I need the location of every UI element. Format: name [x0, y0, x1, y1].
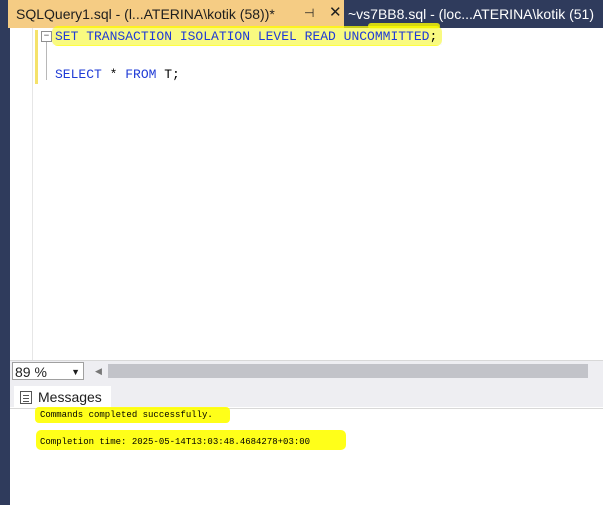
code-line-2[interactable]: SELECT * FROM T;	[55, 67, 180, 82]
tab-title: SQLQuery1.sql - (l...ATERINA\kotik (58))…	[16, 6, 275, 22]
code-text: *	[101, 67, 126, 82]
code-text: T;	[156, 67, 180, 82]
code-keyword: SELECT	[55, 67, 102, 82]
tab-sqlquery1[interactable]: SQLQuery1.sql - (l...ATERINA\kotik (58))…	[8, 0, 344, 28]
code-keyword: SET TRANSACTION ISOLATION LEVEL READ UNC…	[55, 29, 430, 44]
code-keyword: FROM	[125, 67, 157, 82]
tab-messages[interactable]: Messages	[14, 386, 111, 408]
code-line-1[interactable]: SET TRANSACTION ISOLATION LEVEL READ UNC…	[55, 29, 437, 44]
messages-icon	[20, 390, 32, 404]
window-edge	[0, 28, 10, 505]
message-line: Completion time: 2025-05-14T13:03:48.468…	[40, 437, 311, 447]
messages-tab-label: Messages	[38, 389, 102, 405]
tab-title-inactive: ~vs7BB8.sql - (loc...ATERINA\kotik (51)	[348, 6, 594, 22]
fold-guide	[46, 42, 47, 80]
collapse-icon[interactable]: −	[41, 31, 52, 42]
horizontal-scrollbar[interactable]	[108, 364, 588, 378]
editor-gutter	[10, 28, 33, 360]
close-icon[interactable]: ✕	[329, 3, 342, 21]
message-line: Commands completed successfully.	[40, 410, 213, 420]
code-text: ;	[429, 29, 438, 44]
change-tracking-bar	[35, 30, 38, 84]
zoom-value: 89 %	[15, 364, 47, 380]
zoom-dropdown[interactable]: 89 % ▼	[12, 362, 84, 380]
scroll-left-icon[interactable]: ◀	[95, 366, 102, 377]
chevron-down-icon: ▼	[71, 367, 80, 377]
pin-icon[interactable]: ⊣	[304, 6, 314, 20]
